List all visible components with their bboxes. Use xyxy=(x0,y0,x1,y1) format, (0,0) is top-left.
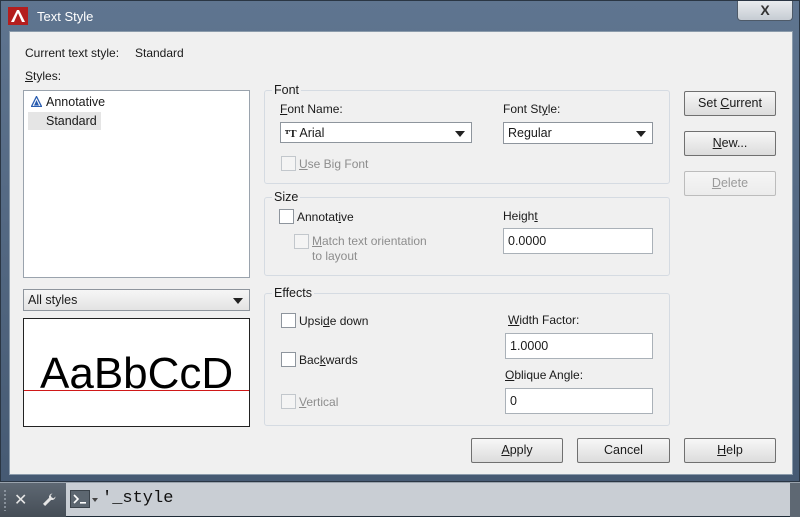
close-button[interactable]: X xyxy=(737,1,793,21)
font-group-title: Font xyxy=(272,83,302,97)
command-line-bar: ✕ '_style xyxy=(0,482,800,517)
styles-label: Styles: xyxy=(25,69,62,83)
match-orientation-label: Match text orientation xyxy=(312,234,427,248)
preview-text: AaBbCcD xyxy=(40,349,234,398)
use-big-font-label: Use Big Font xyxy=(299,157,369,171)
text-style-window: Text Style X Current text style: Standar… xyxy=(0,0,800,482)
backwards-label: Backwards xyxy=(299,353,358,367)
command-line-edge xyxy=(790,483,800,517)
wrench-icon[interactable] xyxy=(40,491,58,509)
width-factor-value: 1.0000 xyxy=(510,339,549,353)
backwards-checkbox[interactable] xyxy=(281,352,296,367)
annotative-checkbox[interactable] xyxy=(279,209,294,224)
command-line-controls: ✕ xyxy=(0,483,66,517)
preview-baseline xyxy=(24,390,249,391)
chevron-down-icon xyxy=(455,131,465,137)
effects-group-title: Effects xyxy=(272,286,314,300)
styles-filter-value: All styles xyxy=(28,293,78,307)
style-item-label: Standard xyxy=(46,114,97,128)
window-title: Text Style xyxy=(37,9,94,24)
styles-filter-select[interactable]: All styles xyxy=(23,289,250,311)
height-label: Height xyxy=(503,209,538,223)
match-orientation-checkbox[interactable] xyxy=(294,234,309,249)
close-icon: X xyxy=(760,2,770,18)
style-item-standard[interactable]: Standard xyxy=(28,112,101,130)
current-style-value: Standard xyxy=(135,46,184,60)
font-name-select[interactable]: ᵀT Arial xyxy=(280,122,472,143)
font-style-label: Font Style: xyxy=(503,102,561,116)
current-style-label: Current text style: xyxy=(25,46,120,60)
cancel-label: Cancel xyxy=(604,443,643,457)
oblique-angle-label: Oblique Angle: xyxy=(505,368,584,382)
upside-down-label: Upside down xyxy=(299,314,369,328)
height-input[interactable]: 0.0000 xyxy=(503,228,653,254)
help-button[interactable]: Help xyxy=(684,438,776,463)
style-preview: AaBbCcD xyxy=(23,318,250,427)
styles-list[interactable]: Annotative Standard xyxy=(23,90,250,278)
grip-handle[interactable] xyxy=(3,489,7,511)
font-name-label: Font Name: xyxy=(280,102,343,116)
oblique-angle-input[interactable]: 0 xyxy=(505,388,653,414)
command-line-input[interactable]: '_style xyxy=(102,489,173,508)
style-item-label: Annotative xyxy=(46,95,106,109)
chevron-down-icon[interactable] xyxy=(92,498,98,502)
cancel-button[interactable]: Cancel xyxy=(577,438,670,463)
chevron-down-icon xyxy=(233,298,243,304)
autocad-app-icon xyxy=(8,7,28,25)
font-style-value: Regular xyxy=(508,126,552,140)
effects-group: Effects Upside down Backwards Vertical W… xyxy=(264,286,670,426)
chevron-down-icon xyxy=(636,131,646,137)
delete-button[interactable]: Delete xyxy=(684,171,776,196)
font-style-select[interactable]: Regular xyxy=(503,122,653,144)
annotative-label: Annotative xyxy=(297,210,354,224)
close-icon[interactable]: ✕ xyxy=(14,490,27,510)
size-group-title: Size xyxy=(272,190,301,204)
style-item-annotative[interactable]: Annotative xyxy=(28,93,109,111)
dialog-client-area: Current text style: Standard Styles: Ann… xyxy=(9,31,793,475)
apply-button[interactable]: Apply xyxy=(471,438,563,463)
size-group: Size Annotative Match text orientation t… xyxy=(264,190,670,276)
new-button[interactable]: New... xyxy=(684,131,776,156)
width-factor-input[interactable]: 1.0000 xyxy=(505,333,653,359)
width-factor-label: Width Factor: xyxy=(508,313,580,327)
height-value: 0.0000 xyxy=(508,234,547,248)
upside-down-checkbox[interactable] xyxy=(281,313,296,328)
vertical-label: Vertical xyxy=(299,395,339,409)
annotative-icon xyxy=(31,96,42,107)
match-orientation-label-line2: to layout xyxy=(312,249,358,263)
styles-label-rest: tyles: xyxy=(33,69,62,83)
font-name-value: Arial xyxy=(299,126,325,140)
title-bar: Text Style X xyxy=(1,1,800,31)
vertical-checkbox[interactable] xyxy=(281,394,296,409)
oblique-angle-value: 0 xyxy=(510,394,517,408)
truetype-font-icon: ᵀT xyxy=(285,128,297,140)
font-group: Font Font Name: ᵀT Arial Font Style: Reg… xyxy=(264,83,670,184)
use-big-font-checkbox[interactable] xyxy=(281,156,296,171)
set-current-button[interactable]: Set Current xyxy=(684,91,776,116)
command-prompt-icon[interactable] xyxy=(70,490,90,508)
